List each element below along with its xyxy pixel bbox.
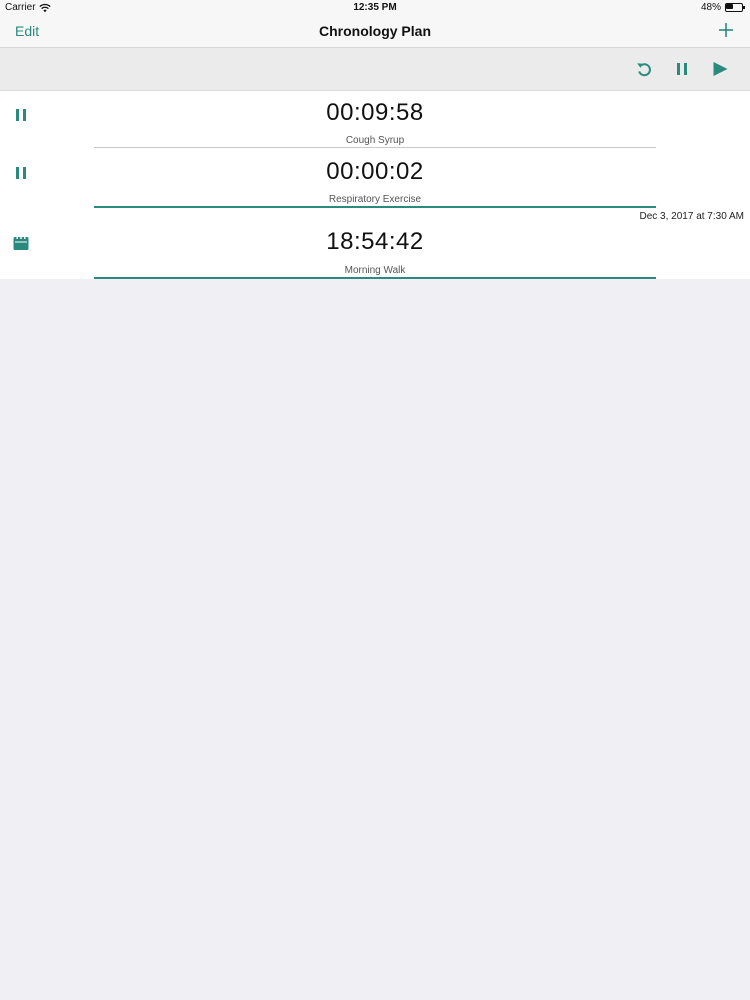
- reset-icon[interactable]: [634, 59, 654, 79]
- plus-icon[interactable]: [718, 22, 734, 38]
- timer-label: Morning Walk: [344, 265, 406, 276]
- timer-list: 00:09:58 Cough Syrup 00:00:02 Respirator…: [0, 91, 750, 279]
- timer-label: Cough Syrup: [345, 135, 405, 146]
- timer-label: Respiratory Exercise: [328, 194, 422, 205]
- battery-icon: [725, 3, 745, 12]
- timer-progress-bar: [94, 277, 656, 279]
- timer-row-morning-walk[interactable]: Dec 3, 2017 at 7:30 AM 18:54:42 Morning …: [0, 208, 750, 279]
- play-icon[interactable]: [710, 59, 730, 79]
- timer-countdown: 18:54:42: [326, 228, 424, 255]
- timer-row-cough-syrup[interactable]: 00:09:58 Cough Syrup: [0, 91, 750, 149]
- status-time: 12:35 PM: [353, 2, 397, 13]
- timer-progress-bar: [94, 147, 656, 148]
- timer-countdown: 00:00:02: [326, 158, 424, 185]
- battery-percent: 48%: [700, 2, 721, 13]
- status-right: 48%: [701, 2, 745, 13]
- timer-countdown: 00:09:58: [326, 99, 424, 126]
- page-title: Chronology Plan: [319, 23, 431, 39]
- timer-row-respiratory-exercise[interactable]: 00:00:02 Respiratory Exercise: [0, 149, 750, 208]
- navigation-bar: Edit Chronology Plan: [0, 16, 750, 48]
- status-bar: Carrier 12:35 PM 48%: [0, 0, 750, 16]
- battery-level-fill: [726, 4, 733, 9]
- timer-progress-fill: [94, 277, 656, 279]
- timer-controls-toolbar: [0, 48, 750, 91]
- pause-icon[interactable]: [672, 59, 692, 79]
- scheduled-date: Dec 3, 2017 at 7:30 AM: [639, 211, 744, 222]
